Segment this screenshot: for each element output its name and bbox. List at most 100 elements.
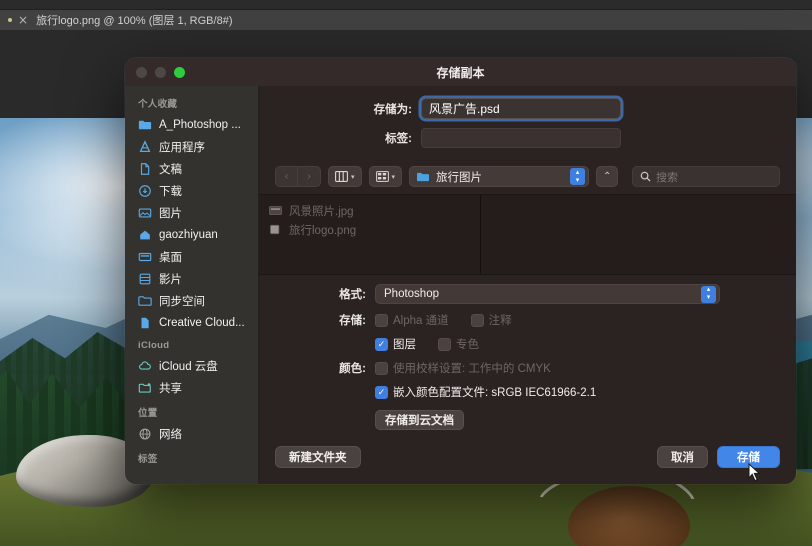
checkbox-layers[interactable]: ✓ 图层 xyxy=(375,336,416,352)
sidebar-item-label: 同步空间 xyxy=(159,296,205,308)
finder-toolbar: ‹ › ▾ ▾ 旅行图片 ▴ ▾ ⌃ 搜索 xyxy=(259,163,796,194)
sidebar-item-label: 文稿 xyxy=(159,164,182,176)
spacer-label: . xyxy=(275,338,375,350)
sidebar-group-title: 个人收藏 xyxy=(138,99,178,110)
save-as-label: 存储为: xyxy=(373,103,412,116)
desktop-icon xyxy=(138,252,152,262)
sidebar-item-shared[interactable]: 共享 xyxy=(125,377,258,399)
filename-input[interactable]: 风景广告.psd xyxy=(421,98,621,119)
sidebar-item-label: iCloud 云盘 xyxy=(159,361,218,373)
dialog-body: 个人收藏 A_Photoshop ... 应用程序 文稿 下载 图片 gaozh… xyxy=(125,86,796,484)
folder-icon xyxy=(138,296,152,306)
checkbox-box xyxy=(438,337,451,351)
minimize-button[interactable] xyxy=(155,67,166,78)
checkbox-label: Alpha 通道 xyxy=(393,315,449,327)
list-item[interactable]: 旅行logo.png xyxy=(259,220,480,239)
close-button[interactable] xyxy=(136,67,147,78)
file-name: 风景照片.jpg xyxy=(289,205,354,218)
stepper-icon[interactable]: ▴ ▾ xyxy=(570,168,586,185)
mouse-cursor xyxy=(748,463,761,482)
new-folder-button[interactable]: 新建文件夹 xyxy=(275,446,361,468)
dialog-titlebar[interactable]: 存储副本 xyxy=(125,58,796,86)
checkbox-annotations[interactable]: 注释 xyxy=(470,312,512,328)
color-label: 颜色: xyxy=(339,363,366,375)
sidebar-item-a-photoshop[interactable]: A_Photoshop ... xyxy=(125,114,258,136)
sidebar-item-label: A_Photoshop ... xyxy=(159,119,241,131)
sidebar-item-label: Creative Cloud... xyxy=(159,317,245,329)
forward-button[interactable]: › xyxy=(298,166,321,187)
group-by-button[interactable]: ▾ xyxy=(368,166,403,187)
icloud-icon xyxy=(139,361,151,370)
tags-input[interactable] xyxy=(421,128,621,148)
sidebar-item-desktop[interactable]: 桌面 xyxy=(125,246,258,268)
sidebar-item-label: 应用程序 xyxy=(159,142,205,154)
checkbox-alpha-channels[interactable]: Alpha 通道 xyxy=(375,312,449,328)
sidebar-item-network[interactable]: 网络 xyxy=(125,423,258,445)
dialog-footer: 新建文件夹 取消 存储 xyxy=(259,430,796,484)
sidebar-item-documents[interactable]: 文稿 xyxy=(125,158,258,180)
checkbox-box: ✓ xyxy=(375,337,388,351)
view-mode-button[interactable]: ▾ xyxy=(328,166,362,187)
document-tab[interactable]: × 旅行logo.png @ 100% (图层 1, RGB/8#) xyxy=(0,10,243,30)
sidebar-item-applications[interactable]: 应用程序 xyxy=(125,136,258,158)
spacer-label: . xyxy=(275,386,375,398)
back-button[interactable]: ‹ xyxy=(275,166,298,187)
stepper-icon[interactable]: ▴ ▾ xyxy=(701,285,716,303)
file-column-1[interactable]: 风景照片.jpg 旅行logo.png xyxy=(259,195,481,274)
checkbox-label: 注释 xyxy=(488,315,512,327)
dialog-title: 存储副本 xyxy=(436,65,485,80)
png-file-icon xyxy=(270,224,280,235)
save-copy-dialog: 存储副本 个人收藏 A_Photoshop ... 应用程序 文稿 下载 图片 … xyxy=(125,58,796,484)
expand-button[interactable]: ⌃ xyxy=(596,166,619,187)
name-fields: 存储为: 风景广告.psd 标签: xyxy=(259,86,796,163)
sidebar-item-home[interactable]: gaozhiyuan xyxy=(125,224,258,246)
network-icon xyxy=(139,428,151,440)
checkbox-box xyxy=(375,361,388,375)
format-value: Photoshop xyxy=(384,288,439,300)
checkbox-label: 使用校样设置: 工作中的 CMYK xyxy=(393,363,551,375)
document-icon xyxy=(140,163,150,175)
format-row: 格式: Photoshop ▴ ▾ xyxy=(275,284,780,304)
file-column-2[interactable] xyxy=(481,195,796,274)
window-controls xyxy=(136,67,185,78)
sidebar-item-creative-cloud[interactable]: Creative Cloud... xyxy=(125,312,258,334)
color-row-2: . ✓ 嵌入颜色配置文件: sRGB IEC61966-2.1 xyxy=(275,384,780,400)
applications-icon xyxy=(139,140,151,153)
sidebar-item-pictures[interactable]: 图片 xyxy=(125,202,258,224)
sidebar-item-downloads[interactable]: 下载 xyxy=(125,180,258,202)
file-browser[interactable]: 风景照片.jpg 旅行logo.png xyxy=(259,194,796,275)
checkbox-spot-colors[interactable]: 专色 xyxy=(438,336,479,352)
sidebar-group-title: 位置 xyxy=(138,408,158,419)
save-checkboxes-row-1: 存储: Alpha 通道 注释 xyxy=(275,312,780,328)
dialog-main: 存储为: 风景广告.psd 标签: ‹ › ▾ ▾ 旅行图片 ▴ ▾ ⌃ 搜索 … xyxy=(259,86,796,484)
downloads-icon xyxy=(139,185,151,197)
close-icon[interactable]: × xyxy=(18,14,28,26)
sidebar-item-label: 图片 xyxy=(159,208,182,220)
shared-folder-icon xyxy=(138,383,151,393)
list-item[interactable]: 风景照片.jpg xyxy=(259,201,480,220)
cancel-button[interactable]: 取消 xyxy=(657,446,708,468)
search-field[interactable]: 搜索 xyxy=(632,166,780,187)
photoshop-menubar xyxy=(0,0,812,10)
sidebar-item-icloud-drive[interactable]: iCloud 云盘 xyxy=(125,355,258,377)
location-popup[interactable]: 旅行图片 ▴ ▾ xyxy=(409,166,590,187)
folder-icon xyxy=(417,172,430,181)
save-label: 存储: xyxy=(339,315,366,327)
unsaved-indicator-icon xyxy=(8,18,12,22)
zoom-button[interactable] xyxy=(174,67,185,78)
document-icon xyxy=(141,317,149,329)
sidebar[interactable]: 个人收藏 A_Photoshop ... 应用程序 文稿 下载 图片 gaozh… xyxy=(125,86,259,484)
sidebar-item-sync[interactable]: 同步空间 xyxy=(125,290,258,312)
format-select[interactable]: Photoshop ▴ ▾ xyxy=(375,284,720,304)
save-to-cloud-button[interactable]: 存储到云文档 xyxy=(375,410,464,430)
checkbox-embed-color-profile[interactable]: ✓ 嵌入颜色配置文件: sRGB IEC61966-2.1 xyxy=(375,384,596,400)
search-placeholder: 搜索 xyxy=(656,171,678,184)
checkbox-proof-setup[interactable]: 使用校样设置: 工作中的 CMYK xyxy=(375,360,551,376)
sidebar-group-title: iCloud xyxy=(138,340,170,351)
sidebar-item-label: 网络 xyxy=(159,429,182,441)
sidebar-item-movies[interactable]: 影片 xyxy=(125,268,258,290)
checkbox-box xyxy=(470,313,484,327)
sidebar-item-label: 桌面 xyxy=(159,252,182,264)
home-icon xyxy=(140,230,150,240)
tags-label: 标签: xyxy=(385,133,412,145)
